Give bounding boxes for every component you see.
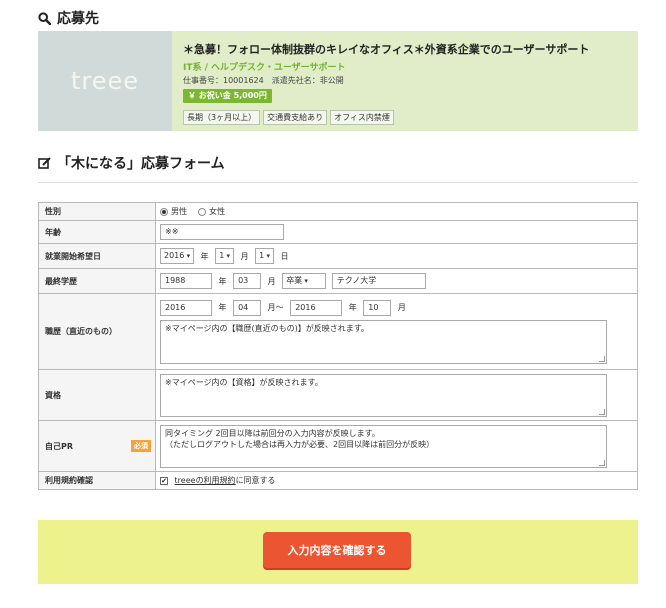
education-label: 最終学歴: [38, 268, 156, 294]
pr-label: 自己PR 必須: [38, 420, 156, 472]
career-textarea[interactable]: ※マイページ内の【職歴(直近のもの)】が反映されます。: [160, 319, 607, 364]
confirm-button[interactable]: 入力内容を確認する: [263, 532, 411, 568]
start-date-label: 就業開始希望日: [38, 243, 156, 269]
career-to-month-unit: 月: [397, 303, 406, 312]
career-to-year-unit: 年: [348, 303, 357, 312]
gender-radio-female[interactable]: [198, 207, 207, 216]
gender-option-female: 女性: [209, 207, 226, 216]
form-row-qualification: 資格 ※マイページ内の【資格】が反映されます。: [38, 369, 638, 421]
pr-label-text: 自己PR: [45, 441, 74, 451]
logo-text: treee: [70, 67, 140, 95]
start-day-unit: 日: [280, 251, 289, 261]
form-row-career: 職歴（直近のもの） 2016 年 04 月～ 2016 年 10 月 ※マイペー…: [38, 293, 638, 370]
pr-textarea[interactable]: 同タイミング 2回目以降は前回分の入力内容が反映します。 （ただしログアウトした…: [160, 424, 607, 468]
job-category: IT系 / ヘルプデスク・ユーザーサポート: [183, 63, 346, 73]
job-meta: 仕事番号：10001624 派遣先社名：非公開: [183, 76, 344, 85]
job-tag: 交通費支給あり: [263, 110, 328, 125]
terms-checkbox[interactable]: ✔: [160, 476, 168, 485]
job-card[interactable]: treee ＊急募！フォロー体制抜群のキレイなオフィス＊外資系企業でのユーザーサ…: [38, 31, 638, 131]
job-tag: オフィス内禁煙: [330, 110, 394, 125]
age-label: 年齢: [38, 220, 156, 244]
education-year-input[interactable]: 1988: [160, 273, 212, 289]
job-tag: 長期（3ヶ月以上）: [183, 110, 261, 125]
edit-icon: [38, 156, 51, 169]
required-badge: 必須: [131, 440, 151, 452]
gender-option-male: 男性: [171, 207, 187, 216]
form-row-education: 最終学歴 1988 年 03 月 卒業 テクノ大学: [38, 268, 638, 294]
form-section-title-text: 「木になる」応募フォーム: [57, 156, 225, 172]
apply-section-title: 応募先: [38, 8, 99, 28]
career-from-month-input[interactable]: 04: [233, 299, 262, 316]
form-row-start-date: 就業開始希望日 2016 年 1 月 1 日: [38, 243, 638, 269]
career-to-year-input[interactable]: 2016: [290, 299, 343, 316]
gender-radio-male[interactable]: [160, 207, 168, 216]
apply-section-title-text: 応募先: [57, 11, 99, 27]
terms-link[interactable]: treeeの利用規約: [175, 476, 236, 485]
section-divider: [38, 182, 638, 183]
career-label: 職歴（直近のもの）: [38, 293, 156, 370]
start-month-select[interactable]: 1: [215, 248, 235, 264]
search-icon: [38, 11, 51, 25]
bonus-badge: ￥ お祝い金 5,000円: [183, 89, 272, 103]
terms-suffix: に同意する: [235, 476, 276, 485]
education-year-unit: 年: [218, 276, 227, 286]
start-month-unit: 月: [240, 251, 249, 261]
job-tags: 長期（3ヶ月以上） 交通費支給あり オフィス内禁煙: [183, 110, 394, 125]
job-title[interactable]: ＊急募！フォロー体制抜群のキレイなオフィス＊外資系企業でのユーザーサポート: [183, 41, 589, 57]
form-section-title: 「木になる」応募フォーム: [38, 153, 225, 173]
start-year-unit: 年: [200, 251, 209, 261]
career-from-month-unit: 月～: [267, 303, 284, 312]
career-from-year-input[interactable]: 2016: [160, 299, 212, 316]
career-to-month-input[interactable]: 10: [363, 299, 392, 316]
start-year-select[interactable]: 2016: [160, 248, 195, 264]
education-month-input[interactable]: 03: [233, 273, 262, 289]
career-from-year-unit: 年: [218, 303, 227, 312]
education-status-select[interactable]: 卒業: [282, 273, 327, 289]
start-day-select[interactable]: 1: [255, 248, 274, 264]
form-row-pr: 自己PR 必須 同タイミング 2回目以降は前回分の入力内容が反映します。 （ただ…: [38, 420, 638, 472]
form-row-gender: 性別 男性 女性: [38, 202, 638, 221]
qualification-label: 資格: [38, 369, 156, 421]
gender-label: 性別: [38, 202, 156, 221]
submit-area: 入力内容を確認する: [38, 520, 638, 584]
form-row-terms: 利用規約確認 ✔ treeeの利用規約に同意する: [38, 471, 638, 490]
qualification-textarea[interactable]: ※マイページ内の【資格】が反映されます。: [160, 373, 607, 417]
school-name-input[interactable]: テクノ大学: [331, 273, 426, 289]
application-form: 性別 男性 女性 年齢 ※※ 就業開始希望日 2016 年 1 月 1 日 最終…: [38, 202, 638, 490]
education-month-unit: 月: [267, 276, 276, 286]
form-row-age: 年齢 ※※: [38, 220, 638, 244]
terms-label: 利用規約確認: [38, 471, 156, 490]
age-input[interactable]: ※※: [160, 224, 284, 240]
company-logo: treee: [38, 31, 172, 131]
gender-field: 男性 女性: [155, 202, 638, 221]
